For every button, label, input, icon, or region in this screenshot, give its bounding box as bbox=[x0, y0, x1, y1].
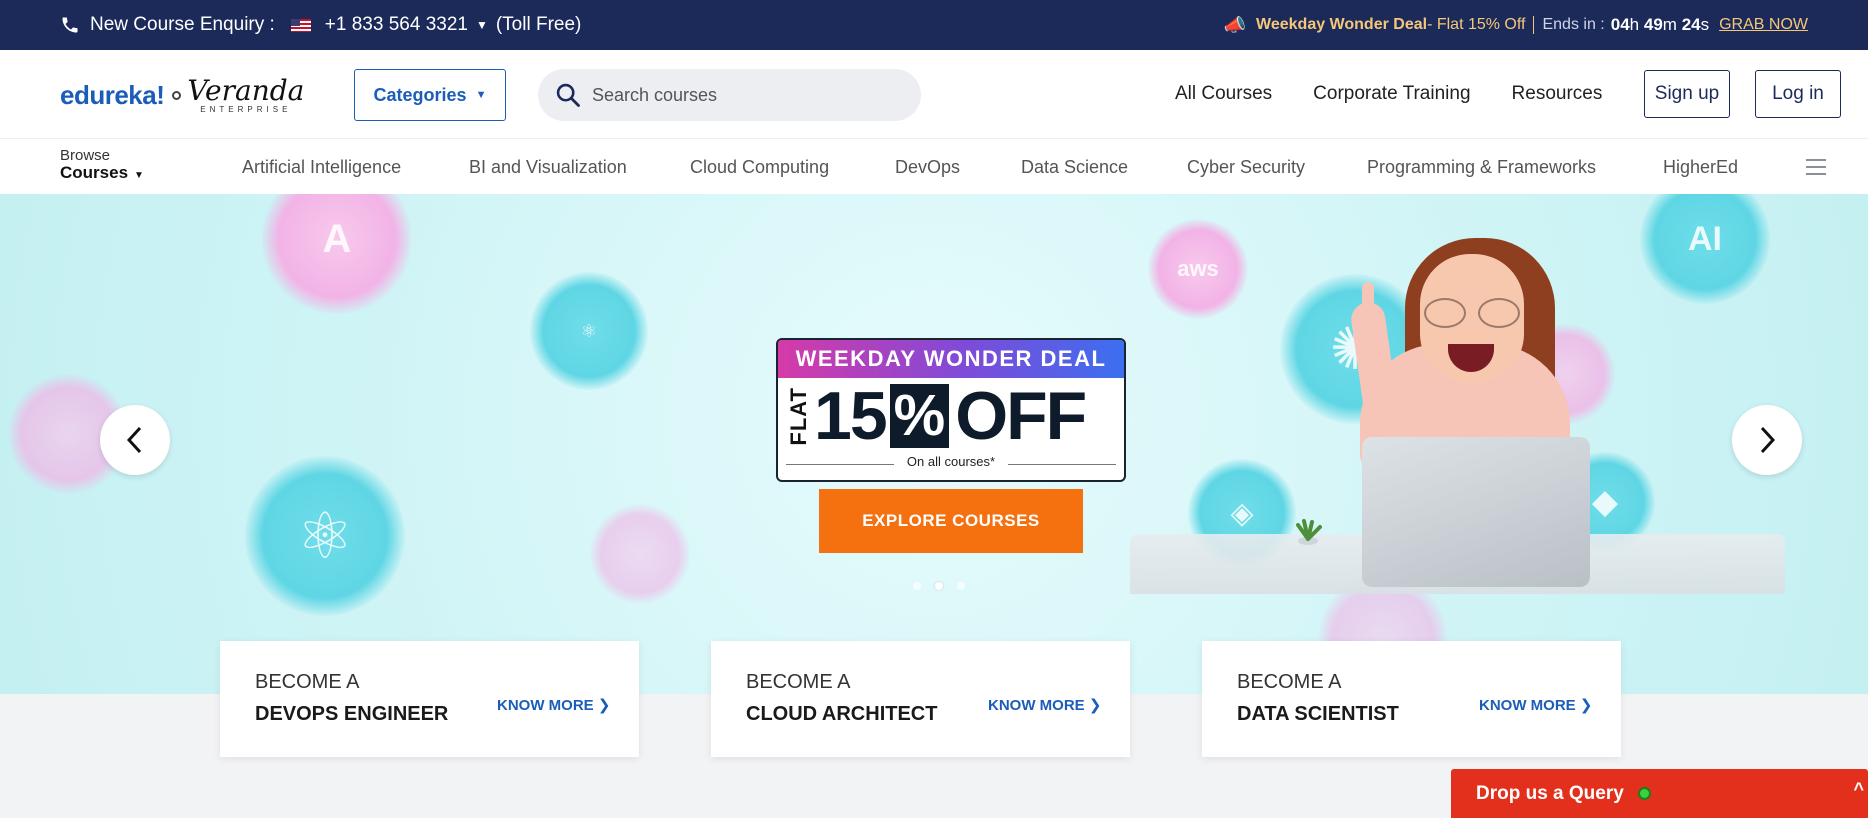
promo-title: WEEKDAY WONDER DEAL bbox=[778, 340, 1124, 378]
nav-all-courses[interactable]: All Courses bbox=[1175, 83, 1272, 105]
deal-banner: 📣 Weekday Wonder Deal - Flat 15% Off End… bbox=[1224, 0, 1808, 50]
career-card-cloud[interactable]: BECOME A CLOUD ARCHITECT KNOW MORE ❯ bbox=[711, 641, 1130, 757]
browse-label: Browse bbox=[60, 147, 111, 164]
enquiry-label: New Course Enquiry : bbox=[90, 14, 275, 35]
know-more-link[interactable]: KNOW MORE ❯ bbox=[497, 696, 610, 714]
search-input[interactable] bbox=[592, 84, 892, 106]
laptop-illustration bbox=[1362, 437, 1590, 587]
top-announcement-bar: New Course Enquiry : +1 833 564 3321 ▼ (… bbox=[0, 0, 1868, 50]
login-button[interactable]: Log in bbox=[1755, 70, 1841, 118]
carousel-dot-active[interactable] bbox=[935, 582, 943, 590]
chevron-right-icon bbox=[1760, 426, 1776, 454]
online-status-icon bbox=[1637, 787, 1651, 800]
drop-query-widget[interactable]: Drop us a Query ^ bbox=[1451, 769, 1868, 818]
atom-ai-bubble-icon: ⚛ bbox=[530, 272, 648, 390]
main-header: edureka! Veranda ENTERPRISE Categories ▼ … bbox=[0, 50, 1868, 138]
promo-note: On all courses* bbox=[778, 454, 1124, 476]
chevron-right-icon: ❯ bbox=[1579, 697, 1593, 714]
phone-icon bbox=[62, 17, 78, 33]
edureka-logo: edureka! bbox=[60, 80, 165, 110]
logo-separator bbox=[172, 91, 182, 100]
promo-number: 15 bbox=[814, 378, 888, 454]
nav-resources[interactable]: Resources bbox=[1512, 83, 1603, 105]
react-bubble-icon: ⚛ bbox=[245, 456, 405, 616]
card-title: DATA SCIENTIST bbox=[1237, 703, 1399, 725]
caret-down-icon: ▼ bbox=[134, 170, 144, 181]
carousel-dot[interactable] bbox=[913, 582, 921, 590]
carousel-next-button[interactable] bbox=[1732, 405, 1802, 475]
megaphone-icon: 📣 bbox=[1223, 14, 1247, 35]
promo-flat: FLAT bbox=[786, 386, 811, 446]
chevron-right-icon: ❯ bbox=[1088, 697, 1102, 714]
category-bi[interactable]: BI and Visualization bbox=[469, 139, 627, 195]
category-devops[interactable]: DevOps bbox=[895, 139, 960, 195]
us-flag-icon[interactable] bbox=[290, 18, 311, 32]
plant-icon bbox=[1296, 519, 1322, 545]
category-data-science[interactable]: Data Science bbox=[1021, 139, 1128, 195]
card-kicker: BECOME A bbox=[746, 671, 851, 693]
courses-label: Courses bbox=[60, 163, 129, 182]
course-enquiry: New Course Enquiry : +1 833 564 3321 ▼ (… bbox=[60, 0, 581, 50]
search-icon bbox=[556, 83, 580, 107]
carousel-prev-button[interactable] bbox=[100, 405, 170, 475]
category-cloud[interactable]: Cloud Computing bbox=[690, 139, 829, 195]
header-nav: All Courses Corporate Training Resources bbox=[1175, 50, 1643, 138]
carousel-dots bbox=[906, 582, 972, 590]
countdown-timer: 04h 49m 24s bbox=[1610, 15, 1710, 34]
promo-off: OFF bbox=[955, 378, 1087, 454]
deal-subtitle: - Flat 15% Off bbox=[1427, 16, 1526, 33]
site-logo[interactable]: edureka! Veranda ENTERPRISE bbox=[60, 74, 305, 115]
know-more-link[interactable]: KNOW MORE ❯ bbox=[988, 696, 1101, 714]
card-title: CLOUD ARCHITECT bbox=[746, 703, 938, 725]
category-highered[interactable]: HigherEd bbox=[1663, 139, 1738, 195]
explore-courses-button[interactable]: EXPLORE COURSES bbox=[819, 489, 1083, 553]
person-finger-illustration bbox=[1362, 282, 1374, 316]
glasses-illustration bbox=[1424, 298, 1520, 328]
chevron-down-icon[interactable]: ▼ bbox=[476, 18, 488, 32]
know-more-link[interactable]: KNOW MORE ❯ bbox=[1479, 696, 1592, 714]
category-cyber-security[interactable]: Cyber Security bbox=[1187, 139, 1305, 195]
categories-button[interactable]: Categories ▼ bbox=[354, 69, 506, 121]
ai-bubble-icon: AI bbox=[1640, 194, 1770, 304]
deal-title: Weekday Wonder Deal bbox=[1256, 16, 1428, 33]
toll-free-label: (Toll Free) bbox=[495, 14, 582, 35]
promo-badge: WEEKDAY WONDER DEAL FLAT 15 % OFF On all… bbox=[776, 338, 1126, 482]
card-kicker: BECOME A bbox=[1237, 671, 1342, 693]
search-bar[interactable] bbox=[538, 69, 921, 121]
angular-bubble-icon: A bbox=[262, 194, 412, 314]
card-title: DEVOPS ENGINEER bbox=[255, 703, 449, 725]
nav-corporate-training[interactable]: Corporate Training bbox=[1313, 83, 1470, 105]
menu-icon[interactable] bbox=[1806, 159, 1826, 175]
browse-courses-menu[interactable]: Browse Courses ▼ bbox=[60, 147, 144, 184]
blur-bubble-icon bbox=[590, 504, 690, 604]
chevron-down-icon: ▼ bbox=[475, 89, 487, 101]
career-card-devops[interactable]: BECOME A DEVOPS ENGINEER KNOW MORE ❯ bbox=[220, 641, 639, 757]
carousel-dot[interactable] bbox=[957, 582, 965, 590]
ends-in-label: Ends in : bbox=[1533, 16, 1605, 34]
query-label: Drop us a Query bbox=[1476, 782, 1624, 804]
category-nav: Browse Courses ▼ Artificial Intelligence … bbox=[0, 138, 1868, 194]
chevron-right-icon: ❯ bbox=[597, 697, 611, 714]
card-kicker: BECOME A bbox=[255, 671, 360, 693]
promo-percent: % bbox=[889, 384, 950, 448]
grab-now-link[interactable]: GRAB NOW bbox=[1719, 16, 1808, 34]
category-ai[interactable]: Artificial Intelligence bbox=[242, 139, 401, 195]
chevron-left-icon bbox=[126, 426, 142, 454]
signup-button[interactable]: Sign up bbox=[1644, 70, 1730, 118]
category-programming[interactable]: Programming & Frameworks bbox=[1367, 139, 1596, 195]
aws-bubble-icon: aws bbox=[1148, 219, 1248, 319]
career-card-data-scientist[interactable]: BECOME A DATA SCIENTIST KNOW MORE ❯ bbox=[1202, 641, 1621, 757]
chevron-up-icon[interactable]: ^ bbox=[1853, 779, 1864, 800]
veranda-logo: Veranda ENTERPRISE bbox=[187, 74, 305, 115]
hero-banner: A ⚛ ⚛ aws ✺ AI ◈ ◆ WEEKDAY WONDER DEAL F… bbox=[0, 194, 1868, 694]
phone-number[interactable]: +1 833 564 3321 bbox=[325, 14, 468, 36]
